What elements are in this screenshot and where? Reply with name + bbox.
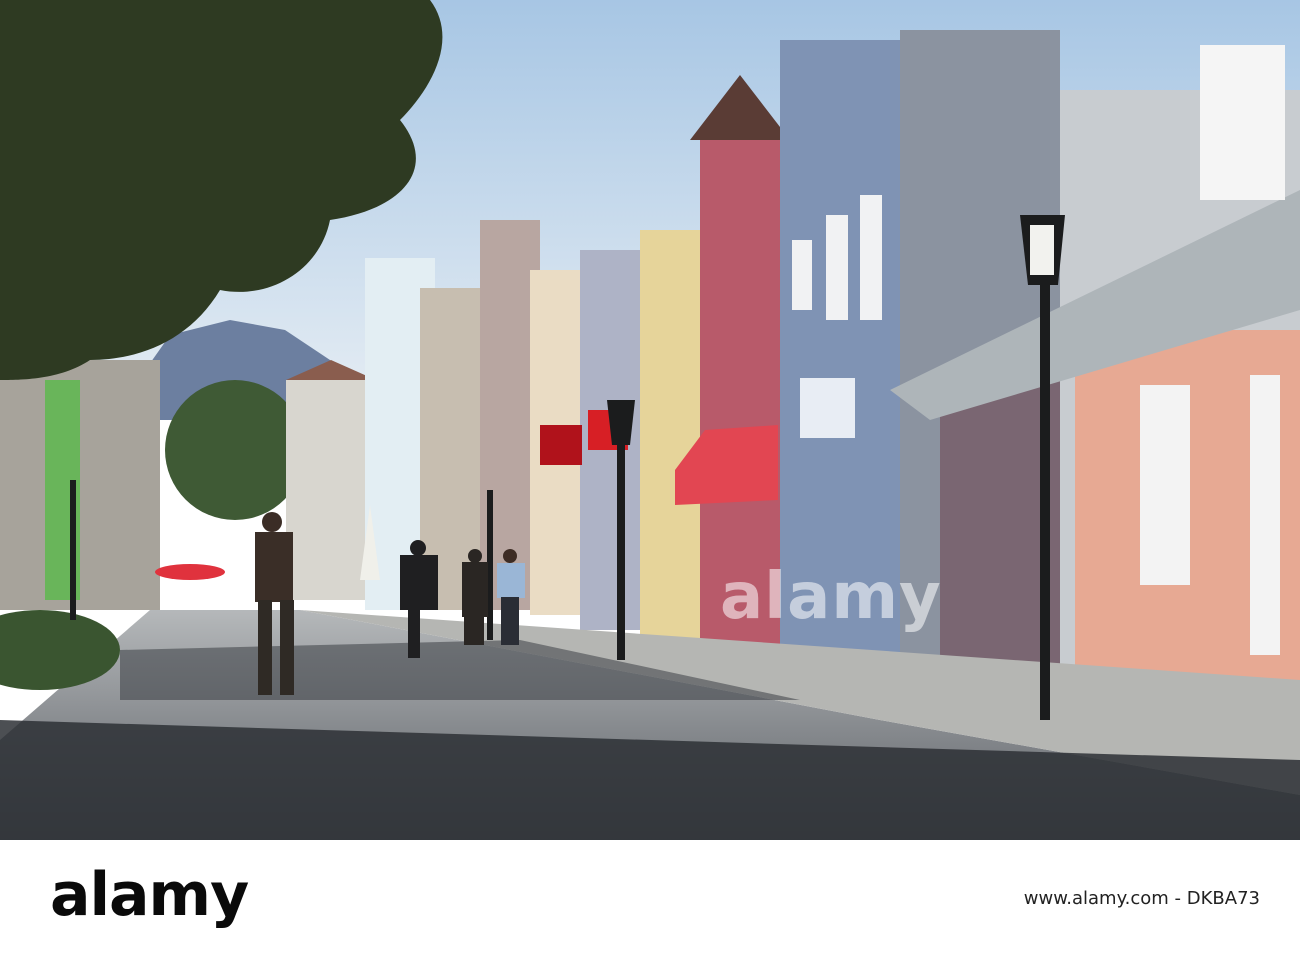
street-photo [0, 0, 1300, 840]
red-umbrella [155, 564, 225, 580]
window [792, 240, 812, 310]
distant-trees [165, 380, 305, 520]
street-lamp [70, 480, 76, 620]
shop-sign [800, 378, 855, 438]
yellow-building [640, 230, 700, 640]
alamy-logo: alamy [50, 860, 249, 930]
street-scene [0, 0, 1300, 840]
window [1140, 385, 1190, 585]
watermark: alamy [720, 560, 942, 634]
window [860, 195, 882, 320]
window [826, 215, 848, 320]
image-caption: www.alamy.com - DKBA73 [1023, 888, 1260, 909]
footer: alamy www.alamy.com - DKBA73 [0, 840, 1300, 956]
door [1250, 375, 1280, 655]
bank-sign [540, 425, 582, 465]
dormer-window [1200, 45, 1285, 200]
